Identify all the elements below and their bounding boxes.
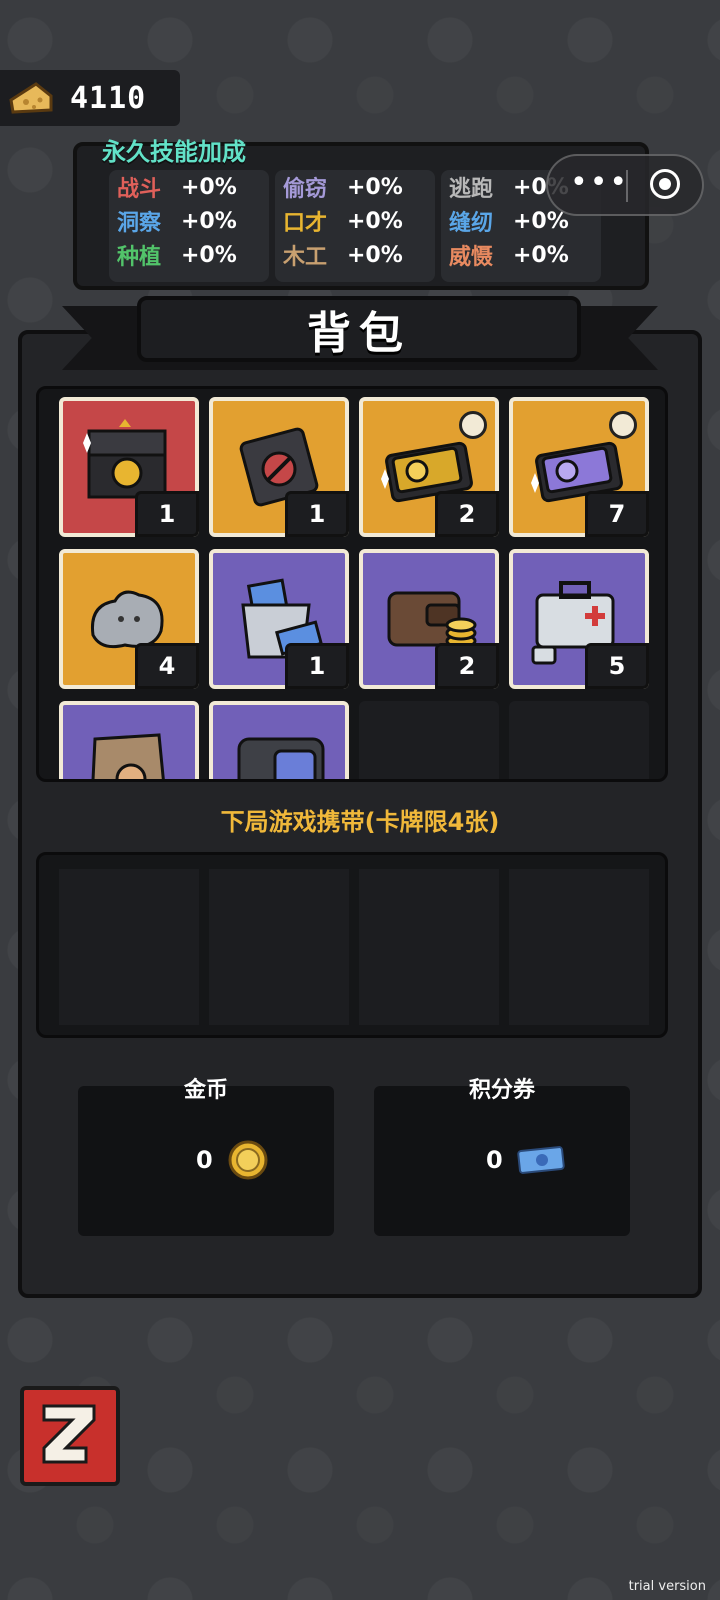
skill-row: 种植 +0% [109, 238, 269, 272]
skill-row: 偷窃 +0% [275, 170, 435, 204]
sack-icon [91, 733, 165, 779]
cheese-currency: 4110 [0, 70, 180, 126]
inventory-item-sack[interactable] [59, 701, 199, 779]
carry-slots [36, 852, 668, 1038]
item-count: 4 [135, 643, 199, 689]
header-plate: 背包 [137, 296, 581, 362]
carry-label: 下局游戏携带(卡牌限4张) [220, 808, 500, 836]
item-count: 1 [285, 491, 349, 537]
skill-name: 偷窃 [283, 177, 328, 202]
carry-slot-4[interactable] [509, 869, 649, 1025]
metal-box-icon [237, 737, 325, 779]
skill-row: 威慑 +0% [441, 238, 601, 272]
item-count: 2 [435, 491, 499, 537]
skill-value: +0% [181, 242, 237, 268]
skill-name: 木工 [283, 245, 328, 270]
skill-column-2: 偷窃 +0% 口才 +0% 木工 +0% [275, 170, 435, 282]
skill-name: 洞察 [117, 211, 162, 236]
skill-value: +0% [181, 208, 237, 234]
item-count: 2 [435, 643, 499, 689]
carry-slot-3[interactable] [359, 869, 499, 1025]
skill-name: 缝纫 [449, 211, 494, 236]
inventory-grid: 1 1 2 7 4 1 2 5 [36, 386, 668, 782]
puzzle-piece-icon [609, 411, 637, 439]
item-count: 1 [285, 643, 349, 689]
gold-coin-icon [228, 1140, 268, 1180]
item-count: 5 [585, 643, 649, 689]
inventory-item-sealed-box[interactable]: 1 [209, 397, 349, 537]
skill-name: 威慑 [449, 245, 494, 270]
inventory-item-gift-box[interactable]: 1 [59, 397, 199, 537]
skill-value: +0% [347, 242, 403, 268]
skill-value: +0% [513, 242, 569, 268]
points-ticket-title: 积分券 [468, 1078, 535, 1103]
skill-value: +0% [347, 174, 403, 200]
skill-row: 洞察 +0% [109, 204, 269, 238]
skill-name: 逃跑 [449, 177, 494, 202]
inventory-item-wallet[interactable]: 2 [359, 549, 499, 689]
ticket-icon [517, 1146, 565, 1174]
inventory-item-purple-card-pack[interactable]: 7 [509, 397, 649, 537]
cheese-icon [9, 82, 53, 114]
inventory-empty-slot [359, 701, 499, 779]
points-ticket-value: 0 [486, 1146, 503, 1174]
gold-coin-value: 0 [196, 1146, 213, 1174]
skill-row: 战斗 +0% [109, 170, 269, 204]
inventory-item-first-aid-kit[interactable]: 5 [509, 549, 649, 689]
target-icon[interactable] [650, 169, 680, 199]
carry-slot-2[interactable] [209, 869, 349, 1025]
cheese-amount: 4110 [70, 80, 147, 116]
item-count: 7 [585, 491, 649, 537]
skill-panel-title: 永久技能加成 [102, 138, 246, 166]
skill-value: +0% [347, 208, 403, 234]
inventory-item-gold-card-pack[interactable]: 2 [359, 397, 499, 537]
inventory-empty-slot [509, 701, 649, 779]
inventory-item-cash-bag[interactable]: 1 [209, 549, 349, 689]
inventory-item-silver-mouse-ingot[interactable]: 4 [59, 549, 199, 689]
skill-value: +0% [181, 174, 237, 200]
gold-coin-title: 金币 [183, 1078, 228, 1103]
puzzle-piece-icon [459, 411, 487, 439]
miniprogram-capsule: ••• [546, 154, 704, 216]
back-arrow-icon [42, 1404, 96, 1464]
back-button[interactable] [20, 1386, 120, 1486]
skill-column-1: 战斗 +0% 洞察 +0% 种植 +0% [109, 170, 269, 282]
capsule-divider [626, 170, 628, 202]
trial-watermark: trial version [628, 1579, 706, 1594]
more-menu-button[interactable]: ••• [570, 166, 629, 200]
inventory-item-metal-box[interactable] [209, 701, 349, 779]
page-title: 背包 [307, 308, 411, 359]
skill-name: 战斗 [117, 177, 162, 202]
carry-slot-1[interactable] [59, 869, 199, 1025]
item-count: 1 [135, 491, 199, 537]
skill-row: 木工 +0% [275, 238, 435, 272]
skill-row: 口才 +0% [275, 204, 435, 238]
skill-name: 种植 [117, 245, 162, 270]
skill-value: +0% [513, 208, 569, 234]
skill-name: 口才 [283, 211, 328, 236]
